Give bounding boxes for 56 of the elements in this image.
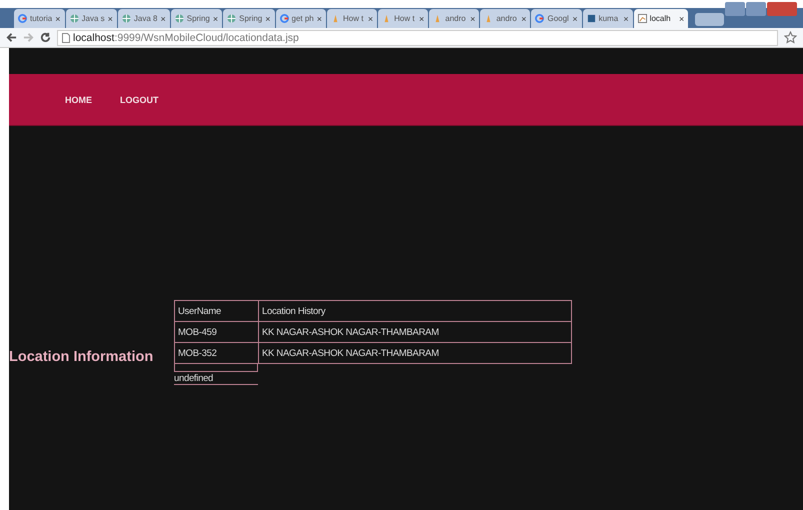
close-icon[interactable]: × [470, 14, 476, 24]
table-cell: MOB-352 [174, 342, 258, 364]
google-icon [280, 14, 289, 23]
page-icon [62, 32, 70, 42]
table-cell: KK NAGAR-ASHOK NAGAR-THAMBARAM [258, 322, 572, 342]
close-icon[interactable]: × [521, 14, 526, 24]
table-cell: MOB-459 [174, 322, 258, 342]
google-icon [18, 14, 27, 23]
browser-tab[interactable]: Googl × [531, 9, 582, 28]
globe-icon [174, 14, 184, 23]
close-icon[interactable]: × [623, 14, 629, 24]
browser-tab[interactable]: tutoria × [14, 9, 64, 28]
nav-link[interactable]: HOME [65, 94, 92, 104]
url-text: localhost:9999/WsnMobileCloud/locationdata.jsp [73, 32, 299, 44]
close-icon[interactable]: × [160, 14, 166, 24]
chart-icon [638, 14, 647, 23]
forward-icon[interactable] [23, 32, 34, 43]
close-icon[interactable]: × [55, 14, 60, 24]
browser-tab[interactable]: How t × [327, 9, 378, 28]
close-icon[interactable]: × [212, 14, 218, 24]
column-header: UserName [174, 300, 258, 322]
close-icon[interactable]: × [679, 14, 684, 24]
reload-icon[interactable] [40, 32, 51, 43]
close-icon[interactable]: × [265, 14, 271, 24]
browser-tab[interactable]: Java 8 × [118, 9, 170, 28]
nav-link[interactable]: LOGOUT [120, 94, 158, 104]
section-heading: Location Information [9, 349, 154, 365]
back-icon[interactable] [6, 32, 17, 43]
browser-tab[interactable]: Spring × [170, 9, 222, 28]
browser-tab[interactable]: Spring × [223, 9, 275, 28]
globe-icon [227, 14, 236, 23]
google-icon [535, 14, 544, 23]
browser-tab[interactable]: andro × [480, 9, 530, 28]
close-icon[interactable]: × [108, 14, 113, 24]
close-icon[interactable]: × [316, 14, 322, 24]
close-button[interactable] [767, 2, 797, 16]
status-text: undefined [174, 372, 258, 385]
new-tab-button[interactable] [695, 13, 724, 26]
browser-tab[interactable]: andro × [429, 9, 480, 28]
maximize-button[interactable] [746, 2, 766, 16]
close-icon[interactable]: × [572, 14, 578, 24]
globe-icon [70, 14, 78, 23]
browser-tab[interactable]: localh × [634, 9, 688, 28]
browser-tab[interactable]: Java s × [66, 9, 117, 28]
address-bar[interactable]: localhost:9999/WsnMobileCloud/locationdata.jsp [57, 30, 778, 46]
browser-tab[interactable]: How t × [378, 9, 428, 28]
browser-tab[interactable]: kuma × [582, 9, 633, 28]
star-icon[interactable] [784, 31, 797, 44]
browser-tab[interactable]: get ph × [276, 9, 326, 28]
close-icon[interactable]: × [368, 14, 374, 24]
minimize-button[interactable] [725, 2, 745, 16]
page-icon [586, 14, 596, 23]
globe-icon [122, 14, 131, 23]
column-header: Location History [258, 300, 572, 322]
close-icon[interactable]: × [418, 14, 424, 24]
table-cell: KK NAGAR-ASHOK NAGAR-THAMBARAM [258, 342, 572, 364]
